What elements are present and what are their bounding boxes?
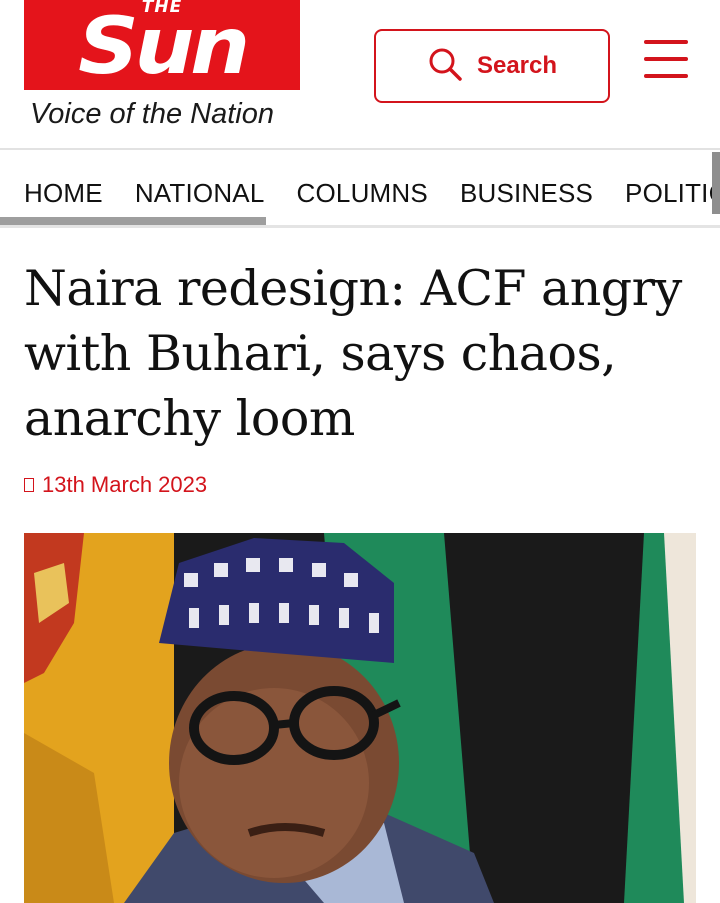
nav-items: HOME NATIONAL COLUMNS BUSINESS POLITIC xyxy=(24,178,720,209)
calendar-icon xyxy=(24,478,34,492)
nav-scrollbar[interactable] xyxy=(0,217,266,225)
nav-item-business[interactable]: BUSINESS xyxy=(460,178,593,209)
article-date: 13th March 2023 xyxy=(24,472,207,498)
logo-name: Sun xyxy=(78,2,250,90)
search-button[interactable]: Search xyxy=(374,29,610,103)
article-photo-illustration xyxy=(24,533,696,903)
nav-item-politics[interactable]: POLITIC xyxy=(625,178,720,209)
site-header: THE Sun Voice of the Nation Search xyxy=(0,0,720,148)
article-headline: Naira redesign: ACF angry with Buhari, s… xyxy=(24,260,682,447)
hamburger-menu-icon[interactable] xyxy=(644,40,688,78)
article-photo[interactable] xyxy=(24,533,696,903)
site-tagline: Voice of the Nation xyxy=(30,98,274,130)
nav-scroll-edge xyxy=(712,152,720,214)
article-date-text: 13th March 2023 xyxy=(42,472,208,497)
nav-item-national[interactable]: NATIONAL xyxy=(135,178,265,209)
category-nav: HOME NATIONAL COLUMNS BUSINESS POLITIC xyxy=(0,148,720,228)
search-label: Search xyxy=(476,52,558,79)
site-logo[interactable]: THE Sun xyxy=(24,0,300,90)
nav-item-home[interactable]: HOME xyxy=(24,178,103,209)
search-icon xyxy=(427,46,463,87)
nav-item-columns[interactable]: COLUMNS xyxy=(297,178,428,209)
